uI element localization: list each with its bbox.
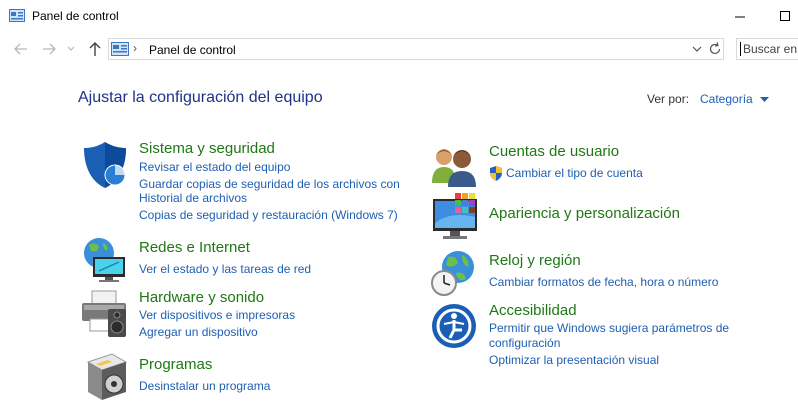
forward-arrow-icon (43, 43, 56, 55)
appearance-icon[interactable] (431, 193, 481, 243)
title-bar: Panel de control (0, 0, 798, 32)
link-change-formats[interactable]: Cambiar formatos de fecha, hora o número (489, 275, 718, 290)
address-bar[interactable]: › Panel de control (108, 38, 724, 60)
maximize-icon (780, 11, 790, 21)
programs-icon[interactable] (82, 352, 132, 402)
breadcrumb-separator: › (133, 41, 137, 55)
view-by-value: Categoría (700, 92, 753, 106)
link-uninstall-program[interactable]: Desinstalar un programa (139, 379, 270, 394)
link-add-device[interactable]: Agregar un dispositivo (139, 325, 258, 340)
category-clock-region[interactable]: Reloj y región (489, 252, 581, 269)
view-by-dropdown[interactable]: Categoría (700, 92, 770, 106)
link-backup-restore[interactable]: Copias de seguridad y restauración (Wind… (139, 208, 398, 223)
chevron-down-icon (67, 46, 75, 51)
link-network-status[interactable]: Ver el estado y las tareas de red (139, 262, 311, 277)
up-arrow-icon (89, 42, 101, 56)
control-panel-icon (111, 42, 129, 56)
dropdown-arrow-icon (760, 96, 770, 102)
forward-button[interactable] (40, 41, 58, 57)
shield-icon[interactable] (80, 140, 130, 190)
link-optimize-visual-display[interactable]: Optimizar la presentación visual (489, 353, 659, 368)
chevron-down-icon[interactable] (692, 43, 702, 55)
minimize-button[interactable] (725, 6, 755, 26)
recent-locations-button[interactable] (66, 41, 76, 57)
maximize-button[interactable] (770, 6, 798, 26)
control-panel-icon (9, 9, 25, 22)
category-network-internet[interactable]: Redes e Internet (139, 239, 250, 256)
link-windows-suggest-settings[interactable]: Permitir que Windows sugiera parámetros … (489, 321, 729, 336)
category-programs[interactable]: Programas (139, 356, 212, 373)
link-devices-printers[interactable]: Ver dispositivos e impresoras (139, 308, 295, 323)
breadcrumb-control-panel[interactable]: Panel de control (149, 43, 236, 57)
printer-icon[interactable] (80, 289, 130, 339)
search-placeholder: Buscar en (740, 42, 797, 56)
uac-shield-icon (490, 166, 502, 181)
category-appearance-personalization[interactable]: Apariencia y personalización (489, 205, 680, 222)
category-user-accounts[interactable]: Cuentas de usuario (489, 143, 619, 160)
back-button[interactable] (12, 41, 30, 57)
window-title: Panel de control (32, 9, 119, 23)
up-button[interactable] (86, 41, 104, 57)
user-accounts-icon[interactable] (430, 143, 480, 193)
category-accessibility[interactable]: Accesibilidad (489, 302, 577, 319)
category-hardware-sound[interactable]: Hardware y sonido (139, 289, 264, 306)
back-arrow-icon (14, 43, 27, 55)
category-system-security[interactable]: Sistema y seguridad (139, 140, 275, 157)
search-input[interactable]: Buscar en (736, 38, 798, 60)
refresh-icon[interactable] (707, 41, 723, 57)
network-icon[interactable] (79, 235, 129, 285)
page-title: Ajustar la configuración del equipo (78, 89, 323, 106)
link-backup-copies[interactable]: Guardar copias de seguridad de los archi… (139, 177, 400, 192)
link-file-history[interactable]: Historial de archivos (139, 191, 247, 206)
accessibility-icon[interactable] (430, 302, 480, 352)
view-by-label: Ver por: (647, 92, 690, 106)
link-change-account-type[interactable]: Cambiar el tipo de cuenta (506, 166, 643, 181)
link-windows-suggest-settings-cont[interactable]: configuración (489, 336, 560, 351)
link-review-status[interactable]: Revisar el estado del equipo (139, 160, 290, 175)
minimize-icon (735, 16, 745, 18)
clock-region-icon[interactable] (430, 249, 480, 299)
